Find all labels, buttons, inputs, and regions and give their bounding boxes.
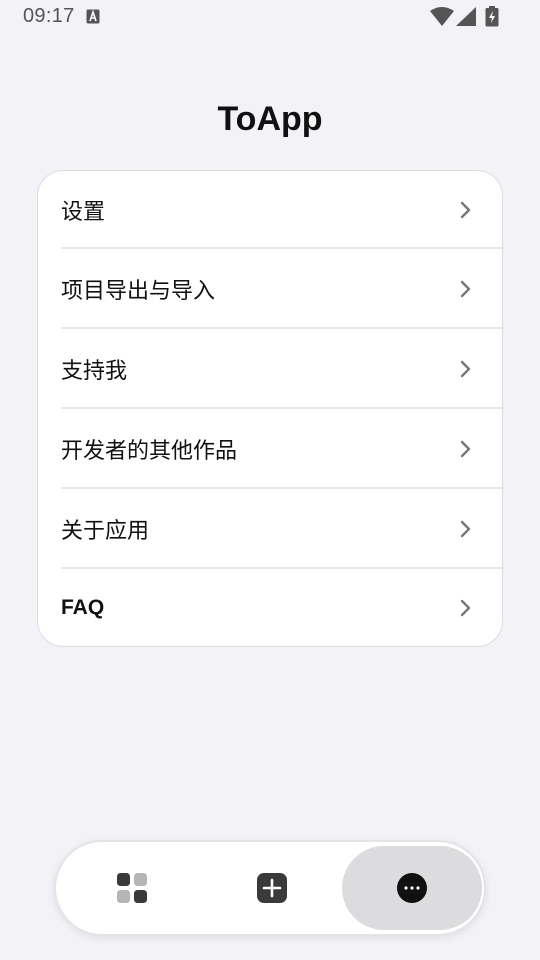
chevron-right-icon	[460, 280, 471, 298]
more-horizontal-icon	[397, 873, 427, 903]
menu-item-support-me[interactable]: 支持我	[38, 329, 502, 409]
a-notification-icon	[86, 9, 100, 24]
menu-item-label: 设置	[61, 200, 106, 225]
bottom-nav	[54, 840, 486, 936]
wifi-icon	[430, 7, 454, 26]
page-title: ToApp	[217, 100, 323, 138]
screen: 09:17 ToApp 设置 项目导出与导入 支持我 开发者的其他作品 关于应用…	[0, 0, 540, 960]
menu-item-label: 项目导出与导入	[61, 279, 216, 304]
menu-item-other-works[interactable]: 开发者的其他作品	[38, 409, 502, 489]
chevron-right-icon	[460, 440, 471, 458]
add-box-icon	[257, 873, 287, 903]
menu-item-label: 关于应用	[61, 519, 150, 544]
menu-item-label: 开发者的其他作品	[61, 439, 238, 464]
menu-item-label: 支持我	[61, 359, 128, 384]
menu-item-faq[interactable]: FAQ	[38, 569, 502, 646]
battery-charging-icon	[485, 6, 499, 27]
chevron-right-icon	[460, 599, 471, 616]
menu-item-settings[interactable]: 设置	[38, 171, 502, 249]
nav-add-button[interactable]	[200, 842, 344, 934]
chevron-right-icon	[460, 520, 471, 538]
status-time: 09:17	[23, 5, 75, 27]
menu-item-about[interactable]: 关于应用	[38, 489, 502, 569]
apps-grid-icon	[117, 873, 147, 903]
menu-item-label: FAQ	[61, 595, 105, 619]
menu-card: 设置 项目导出与导入 支持我 开发者的其他作品 关于应用 FAQ	[37, 170, 503, 647]
status-bar: 09:17	[0, 0, 540, 34]
signal-icon	[456, 7, 476, 26]
nav-apps-button[interactable]	[60, 842, 204, 934]
chevron-right-icon	[460, 201, 471, 219]
menu-item-export-import[interactable]: 项目导出与导入	[38, 249, 502, 329]
chevron-right-icon	[460, 360, 471, 378]
nav-more-button[interactable]	[342, 846, 482, 930]
